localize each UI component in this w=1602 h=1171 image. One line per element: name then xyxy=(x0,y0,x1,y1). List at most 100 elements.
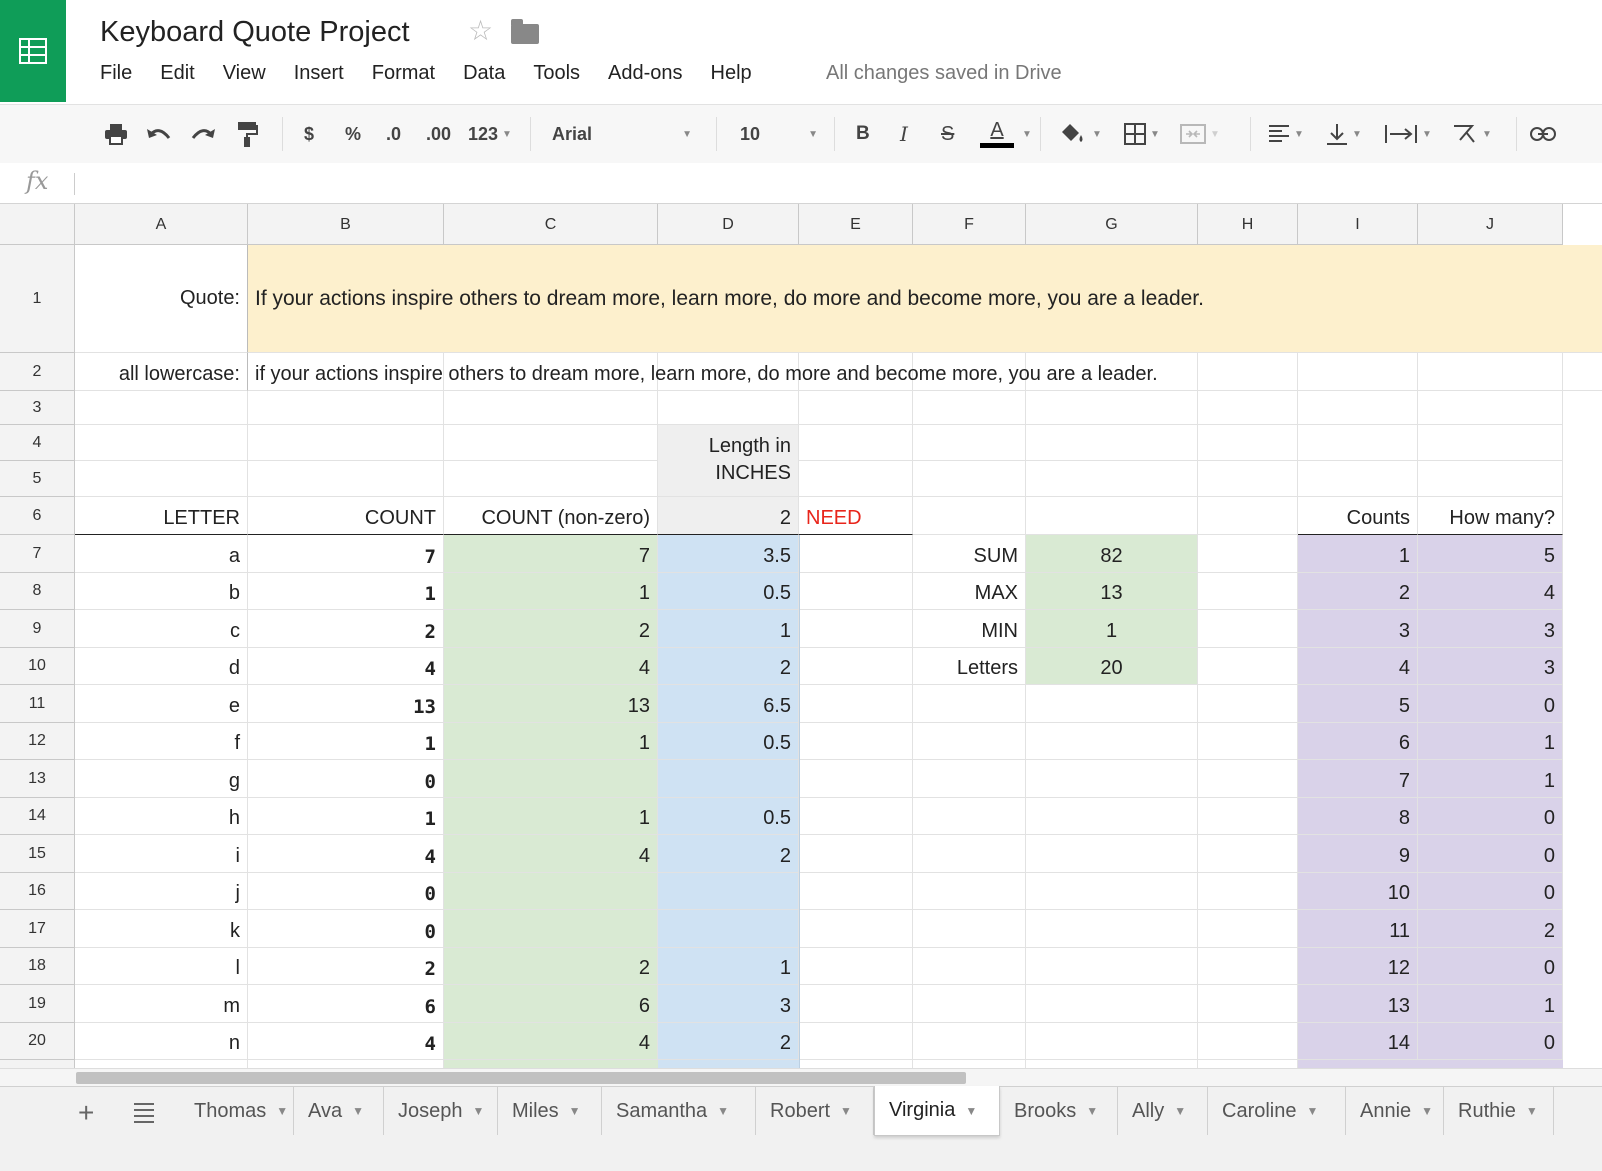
length-cell[interactable]: 2 xyxy=(658,835,799,873)
count-nonzero-cell[interactable]: 1 xyxy=(444,723,658,760)
vertical-align-icon[interactable]: ▼ xyxy=(1326,105,1362,163)
sheet-tab-samantha[interactable]: Samantha ▼ xyxy=(602,1087,756,1135)
grid-cell[interactable] xyxy=(1198,760,1298,798)
menu-insert[interactable]: Insert xyxy=(294,62,344,90)
grid-cell[interactable] xyxy=(1198,985,1298,1023)
grid-cell[interactable] xyxy=(799,873,913,910)
text-color-caret[interactable]: ▼ xyxy=(1018,105,1032,163)
grid-cell[interactable] xyxy=(913,391,1026,425)
chevron-down-icon[interactable]: ▼ xyxy=(1526,1104,1538,1118)
grid-cell[interactable] xyxy=(799,610,913,648)
length-cell[interactable] xyxy=(658,760,799,798)
letter-cell[interactable]: l xyxy=(75,948,248,985)
count-cell[interactable]: 2 xyxy=(248,610,444,648)
count-nonzero-cell[interactable]: 4 xyxy=(444,1023,658,1060)
stat-value[interactable]: 20 xyxy=(1026,648,1198,685)
length-cell[interactable]: 6.5 xyxy=(658,685,799,723)
count-cell[interactable]: 4 xyxy=(248,648,444,685)
grid-cell[interactable] xyxy=(799,1023,913,1060)
letter-cell[interactable]: e xyxy=(75,685,248,723)
row-header[interactable]: 5 xyxy=(0,461,75,497)
grid-cell[interactable] xyxy=(1026,1060,1198,1068)
grid-cell[interactable] xyxy=(1198,873,1298,910)
chevron-down-icon[interactable]: ▼ xyxy=(352,1104,364,1118)
grid-cell[interactable] xyxy=(799,948,913,985)
increase-decimals-button[interactable]: .00 xyxy=(426,105,451,163)
distribution-count[interactable]: 3 xyxy=(1298,610,1418,648)
menu-data[interactable]: Data xyxy=(463,62,505,90)
menu-tools[interactable]: Tools xyxy=(533,62,580,90)
grid-cell[interactable] xyxy=(1026,910,1198,948)
grid-cell[interactable] xyxy=(1198,723,1298,760)
percent-button[interactable]: % xyxy=(345,105,361,163)
grid-cell[interactable] xyxy=(799,391,913,425)
font-family-select[interactable]: Arial ▼ xyxy=(552,105,692,163)
row-header[interactable]: 3 xyxy=(0,391,75,425)
sheet-tab-annie[interactable]: Annie ▼ xyxy=(1346,1087,1444,1135)
sheet-tab-robert[interactable]: Robert ▼ xyxy=(756,1087,874,1135)
distribution-count[interactable]: 2 xyxy=(1298,573,1418,610)
grid-cell[interactable] xyxy=(1298,391,1418,425)
grid-cell[interactable] xyxy=(1198,610,1298,648)
star-icon[interactable]: ☆ xyxy=(468,14,493,47)
quote-text[interactable]: If your actions inspire others to dream … xyxy=(248,245,1602,353)
row-header[interactable]: 16 xyxy=(0,873,75,910)
count-cell[interactable]: 7 xyxy=(248,535,444,573)
grid-cell[interactable] xyxy=(1026,1023,1198,1060)
redo-icon[interactable] xyxy=(190,105,216,163)
row-header[interactable]: 8 xyxy=(0,573,75,610)
letter-cell[interactable]: f xyxy=(75,723,248,760)
distribution-how-many[interactable]: 2 xyxy=(1418,910,1563,948)
length-cell[interactable]: 3 xyxy=(658,985,799,1023)
text-rotation-icon[interactable]: ▼ xyxy=(1452,105,1492,163)
chevron-down-icon[interactable]: ▼ xyxy=(965,1104,977,1118)
grid-cell[interactable] xyxy=(1026,985,1198,1023)
how-many-header[interactable]: How many? xyxy=(1418,497,1563,535)
distribution-count[interactable]: 12 xyxy=(1298,948,1418,985)
count-nonzero-cell[interactable]: 2 xyxy=(444,610,658,648)
letter-cell[interactable]: c xyxy=(75,610,248,648)
sheet-tab-virginia[interactable]: Virginia ▼ xyxy=(874,1086,1000,1136)
distribution-how-many[interactable]: 0 xyxy=(1418,1023,1563,1060)
folder-icon[interactable] xyxy=(511,19,539,44)
sheet-tab-ruthie[interactable]: Ruthie ▼ xyxy=(1444,1087,1554,1135)
grid-cell[interactable] xyxy=(1198,798,1298,835)
grid-cell[interactable] xyxy=(1418,425,1563,461)
need-label[interactable]: NEED xyxy=(799,497,913,535)
chevron-down-icon[interactable]: ▼ xyxy=(717,1104,729,1118)
count-cell[interactable]: 1 xyxy=(248,798,444,835)
grid-cell[interactable] xyxy=(75,391,248,425)
grid-cell[interactable] xyxy=(248,1060,444,1068)
count-cell[interactable]: 13 xyxy=(248,685,444,723)
distribution-how-many[interactable]: 3 xyxy=(1418,648,1563,685)
grid-cell[interactable] xyxy=(913,497,1026,535)
grid-cell[interactable] xyxy=(913,873,1026,910)
row-header[interactable]: 4 xyxy=(0,425,75,461)
count-header[interactable]: COUNT xyxy=(248,497,444,535)
grid-cell[interactable] xyxy=(444,391,658,425)
grid-cell[interactable] xyxy=(1198,425,1298,461)
letter-cell[interactable]: n xyxy=(75,1023,248,1060)
row-header[interactable]: 19 xyxy=(0,985,75,1023)
distribution-count[interactable]: 6 xyxy=(1298,723,1418,760)
grid-cell[interactable] xyxy=(1026,798,1198,835)
grid-cell[interactable] xyxy=(1198,648,1298,685)
distribution-count[interactable]: 5 xyxy=(1298,685,1418,723)
italic-button[interactable]: I xyxy=(900,105,908,163)
merge-cells-icon[interactable]: ▼ xyxy=(1180,105,1220,163)
select-all-corner[interactable] xyxy=(0,204,75,245)
row-header[interactable]: 10 xyxy=(0,648,75,685)
column-header-c[interactable]: C xyxy=(444,204,658,245)
distribution-count[interactable]: 4 xyxy=(1298,648,1418,685)
length-cell[interactable]: 0.5 xyxy=(658,798,799,835)
length-header[interactable]: Length in INCHES xyxy=(658,425,799,497)
stat-label[interactable]: SUM xyxy=(913,535,1026,573)
link-icon[interactable] xyxy=(1530,105,1556,163)
strikethrough-button[interactable]: S xyxy=(941,105,954,163)
letter-cell[interactable]: i xyxy=(75,835,248,873)
sheet-tab-ava[interactable]: Ava ▼ xyxy=(294,1087,384,1135)
column-header-f[interactable]: F xyxy=(913,204,1026,245)
letter-cell[interactable]: b xyxy=(75,573,248,610)
length-cell[interactable]: 2 xyxy=(658,648,799,685)
font-size-select[interactable]: 10 ▼ xyxy=(740,105,818,163)
